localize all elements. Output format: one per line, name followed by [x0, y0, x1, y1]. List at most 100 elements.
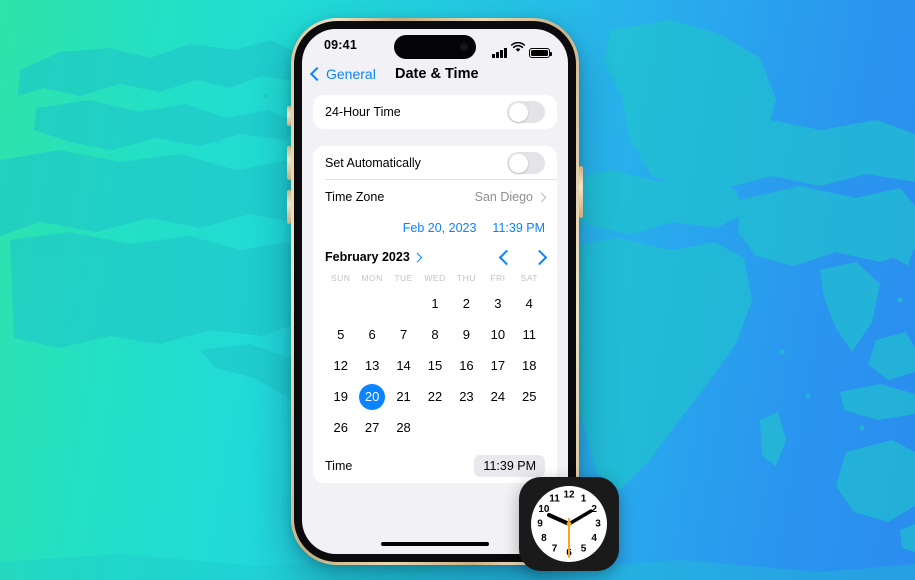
date-time-selector: Feb 20, 2023 11:39 PM: [313, 214, 557, 242]
calendar-day[interactable]: 10: [482, 319, 513, 350]
selected-date-button[interactable]: Feb 20, 2023: [403, 221, 477, 235]
battery-icon: [529, 47, 552, 58]
status-bar: 09:41: [302, 29, 568, 65]
chevron-right-icon: [536, 192, 547, 202]
calendar-month-button[interactable]: February 2023: [325, 250, 422, 264]
next-month-icon[interactable]: [531, 249, 548, 265]
status-bar-indicators: [492, 40, 552, 58]
status-bar-clock: 09:41: [324, 38, 357, 52]
calendar-day-grid: 1 2 3 4 5 6 7 8 9 10 11 12 13 14 15 16 17 18 19 20 21 22 23 24 2…: [325, 288, 545, 443]
clock-numeral: 3: [595, 519, 601, 530]
calendar-weekday: WED: [424, 273, 446, 283]
phone-screen: 09:41 General Date & Time 24-Hour Time S…: [302, 29, 568, 554]
previous-month-icon[interactable]: [498, 249, 515, 265]
screenshot-stage: 09:41 General Date & Time 24-Hour Time S…: [0, 0, 915, 580]
clock-app-icon[interactable]: 121234567891011: [519, 477, 619, 571]
clock-numeral: 12: [563, 490, 575, 501]
back-button[interactable]: General: [309, 66, 376, 82]
hour-format-card: 24-Hour Time: [313, 95, 557, 129]
toggle-24-hour-time[interactable]: [507, 101, 545, 123]
calendar-day[interactable]: 9: [451, 319, 482, 350]
toggle-knob: [508, 153, 528, 173]
calendar-weekday: TUE: [394, 273, 413, 283]
calendar-day[interactable]: 15: [419, 350, 450, 381]
calendar-nav: [498, 249, 548, 265]
clock-numeral: 1: [581, 493, 587, 504]
calendar-day[interactable]: 26: [325, 412, 356, 443]
calendar-day[interactable]: 22: [419, 381, 450, 412]
calendar-day[interactable]: 20: [356, 381, 387, 412]
calendar-day-empty: [356, 288, 387, 319]
clock-numeral: 2: [591, 504, 597, 515]
calendar-day[interactable]: 18: [514, 350, 545, 381]
volume-down-button[interactable]: [287, 190, 291, 224]
calendar-day[interactable]: 6: [356, 319, 387, 350]
calendar-day[interactable]: 27: [356, 412, 387, 443]
calendar-weekday: SUN: [331, 273, 351, 283]
clock-numeral: 5: [581, 544, 587, 555]
calendar-day[interactable]: 16: [451, 350, 482, 381]
wifi-icon: [510, 40, 526, 58]
toggle-set-automatically[interactable]: [507, 152, 545, 174]
calendar-day[interactable]: 14: [388, 350, 419, 381]
row-24-hour-time-label: 24-Hour Time: [325, 105, 401, 119]
calendar-day[interactable]: 23: [451, 381, 482, 412]
dynamic-island: [394, 35, 476, 59]
row-24-hour-time[interactable]: 24-Hour Time: [313, 95, 557, 129]
calendar-day-empty: [325, 288, 356, 319]
row-time-label: Time: [325, 459, 353, 473]
calendar-day[interactable]: 24: [482, 381, 513, 412]
row-set-automatically-label: Set Automatically: [325, 156, 421, 170]
calendar-weekday: FRI: [490, 273, 506, 283]
calendar-day[interactable]: 25: [514, 381, 545, 412]
calendar-weekday: SAT: [520, 273, 538, 283]
silence-switch[interactable]: [287, 106, 291, 126]
power-button[interactable]: [579, 166, 583, 218]
calendar-month-label: February 2023: [325, 250, 410, 264]
calendar-weekday: MON: [361, 273, 383, 283]
row-time-zone-label: Time Zone: [325, 190, 385, 204]
calendar-day[interactable]: 28: [388, 412, 419, 443]
calendar-weekday: THU: [456, 273, 476, 283]
navigation-bar: General Date & Time: [302, 65, 568, 95]
calendar-header: February 2023: [325, 244, 548, 270]
calendar-day[interactable]: 1: [419, 288, 450, 319]
calendar-day[interactable]: 2: [451, 288, 482, 319]
calendar-day[interactable]: 19: [325, 381, 356, 412]
row-time-zone[interactable]: Time Zone San Diego: [313, 180, 557, 214]
time-value-field[interactable]: 11:39 PM: [474, 455, 545, 477]
back-button-label: General: [326, 66, 376, 82]
calendar-day[interactable]: 17: [482, 350, 513, 381]
calendar-day-selected: 20: [359, 383, 386, 410]
chevron-right-icon: [412, 252, 422, 262]
row-set-automatically[interactable]: Set Automatically: [313, 146, 557, 180]
cellular-signal-icon: [492, 48, 507, 58]
clock-numeral: 4: [591, 533, 597, 544]
calendar-day[interactable]: 11: [514, 319, 545, 350]
calendar-day-empty: [388, 288, 419, 319]
page-title: Date & Time: [395, 66, 479, 82]
calendar-day[interactable]: 4: [514, 288, 545, 319]
selected-time-button[interactable]: 11:39 PM: [492, 221, 545, 235]
settings-content: 24-Hour Time Set Automatically Time Zone…: [302, 95, 568, 483]
clock-numeral: 9: [537, 519, 543, 530]
calendar-day[interactable]: 13: [356, 350, 387, 381]
front-camera-icon: [460, 43, 468, 51]
chevron-left-icon: [309, 66, 325, 82]
clock-numeral: 7: [552, 544, 558, 555]
clock-numeral: 11: [549, 493, 560, 504]
volume-up-button[interactable]: [287, 146, 291, 180]
calendar-day[interactable]: 3: [482, 288, 513, 319]
calendar-picker: February 2023 SUN MON TUE WED THU FRI SAT 1234…: [313, 242, 557, 449]
calendar-day[interactable]: 12: [325, 350, 356, 381]
calendar-day[interactable]: 21: [388, 381, 419, 412]
calendar-day[interactable]: 5: [325, 319, 356, 350]
row-time-zone-value: San Diego: [474, 190, 533, 204]
home-indicator[interactable]: [381, 541, 489, 546]
toggle-knob: [508, 102, 528, 122]
calendar-day[interactable]: 8: [419, 319, 450, 350]
calendar-day[interactable]: 7: [388, 319, 419, 350]
clock-numeral: 8: [541, 533, 547, 544]
date-time-card: Set Automatically Time Zone San Diego Fe…: [313, 146, 557, 483]
calendar-weekday-row: SUN MON TUE WED THU FRI SAT: [325, 270, 545, 288]
